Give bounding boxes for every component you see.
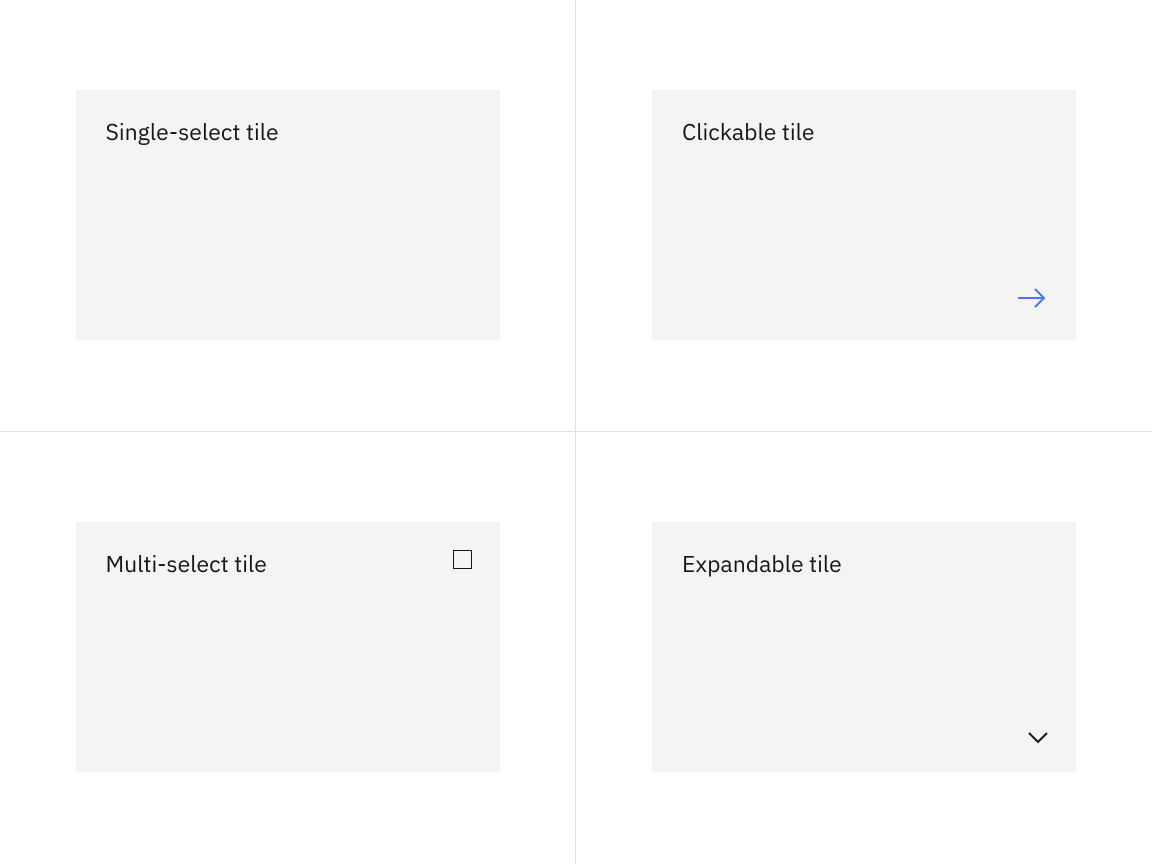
cell-clickable: Clickable tile [576, 0, 1152, 432]
checkbox-unchecked-icon[interactable] [453, 550, 472, 569]
expandable-tile[interactable]: Expandable tile [652, 522, 1076, 772]
clickable-tile[interactable]: Clickable tile [652, 90, 1076, 340]
tile-title: Clickable tile [682, 118, 1046, 148]
chevron-down-icon[interactable] [1028, 732, 1048, 744]
tile-title: Multi-select tile [106, 550, 470, 580]
cell-multi-select: Multi-select tile [0, 432, 576, 864]
multi-select-tile[interactable]: Multi-select tile [76, 522, 500, 772]
cell-expandable: Expandable tile [576, 432, 1152, 864]
tile-title: Single-select tile [106, 118, 470, 148]
arrow-right-icon [1016, 284, 1048, 312]
tile-title: Expandable tile [682, 550, 1046, 580]
tile-variants-grid: Single-select tile Clickable tile Multi-… [0, 0, 1152, 864]
cell-single-select: Single-select tile [0, 0, 576, 432]
single-select-tile[interactable]: Single-select tile [76, 90, 500, 340]
